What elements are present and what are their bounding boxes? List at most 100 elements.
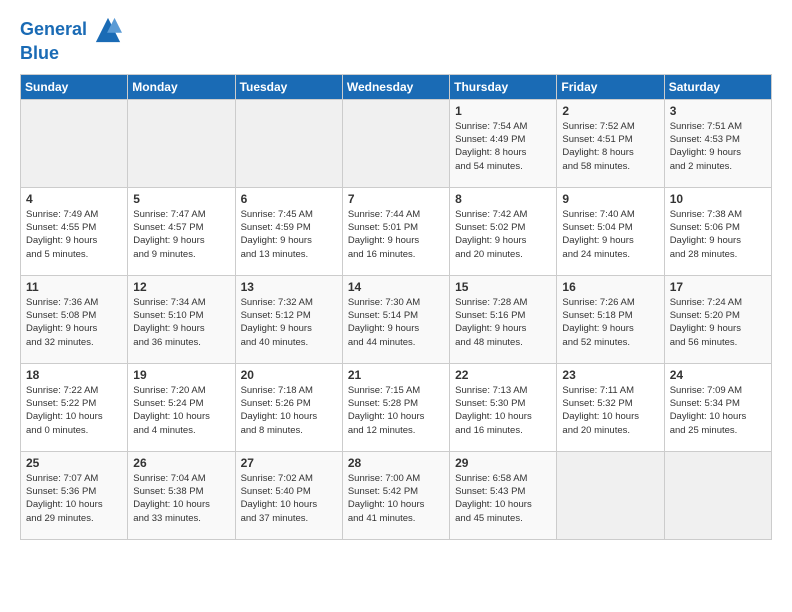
calendar-cell: 17 Sunrise: 7:24 AM Sunset: 5:20 PM Dayli… [664, 275, 771, 363]
calendar-cell: 14 Sunrise: 7:30 AM Sunset: 5:14 PM Dayli… [342, 275, 449, 363]
day-number: 10 [670, 192, 766, 206]
calendar-cell [128, 99, 235, 187]
calendar-cell: 27 Sunrise: 7:02 AM Sunset: 5:40 PM Dayli… [235, 451, 342, 539]
day-info: Sunrise: 7:20 AM Sunset: 5:24 PM Dayligh… [133, 384, 229, 437]
weekday-header-row: SundayMondayTuesdayWednesdayThursdayFrid… [21, 74, 772, 99]
day-number: 1 [455, 104, 551, 118]
calendar-table: SundayMondayTuesdayWednesdayThursdayFrid… [20, 74, 772, 540]
day-info: Sunrise: 7:26 AM Sunset: 5:18 PM Dayligh… [562, 296, 658, 349]
calendar-cell: 16 Sunrise: 7:26 AM Sunset: 5:18 PM Dayli… [557, 275, 664, 363]
calendar-cell: 6 Sunrise: 7:45 AM Sunset: 4:59 PM Daylig… [235, 187, 342, 275]
day-info: Sunrise: 7:13 AM Sunset: 5:30 PM Dayligh… [455, 384, 551, 437]
day-info: Sunrise: 7:04 AM Sunset: 5:38 PM Dayligh… [133, 472, 229, 525]
calendar-cell: 24 Sunrise: 7:09 AM Sunset: 5:34 PM Dayli… [664, 363, 771, 451]
calendar-week-row: 18 Sunrise: 7:22 AM Sunset: 5:22 PM Dayli… [21, 363, 772, 451]
day-number: 14 [348, 280, 444, 294]
calendar-cell: 9 Sunrise: 7:40 AM Sunset: 5:04 PM Daylig… [557, 187, 664, 275]
weekday-header: Saturday [664, 74, 771, 99]
logo: General Blue [20, 16, 122, 64]
day-info: Sunrise: 7:51 AM Sunset: 4:53 PM Dayligh… [670, 120, 766, 173]
day-info: Sunrise: 7:30 AM Sunset: 5:14 PM Dayligh… [348, 296, 444, 349]
day-number: 26 [133, 456, 229, 470]
weekday-header: Friday [557, 74, 664, 99]
day-info: Sunrise: 7:18 AM Sunset: 5:26 PM Dayligh… [241, 384, 337, 437]
day-number: 28 [348, 456, 444, 470]
calendar-cell: 1 Sunrise: 7:54 AM Sunset: 4:49 PM Daylig… [450, 99, 557, 187]
calendar-cell: 20Sunrise: 7:18 AM Sunset: 5:26 PM Dayli… [235, 363, 342, 451]
calendar-week-row: 25Sunrise: 7:07 AM Sunset: 5:36 PM Dayli… [21, 451, 772, 539]
calendar-cell [235, 99, 342, 187]
day-number: 23 [562, 368, 658, 382]
calendar-cell: 3 Sunrise: 7:51 AM Sunset: 4:53 PM Daylig… [664, 99, 771, 187]
day-number: 16 [562, 280, 658, 294]
calendar-cell: 12 Sunrise: 7:34 AM Sunset: 5:10 PM Dayli… [128, 275, 235, 363]
calendar-cell: 18 Sunrise: 7:22 AM Sunset: 5:22 PM Dayli… [21, 363, 128, 451]
calendar-cell: 22 Sunrise: 7:13 AM Sunset: 5:30 PM Dayli… [450, 363, 557, 451]
calendar-week-row: 1 Sunrise: 7:54 AM Sunset: 4:49 PM Daylig… [21, 99, 772, 187]
day-number: 15 [455, 280, 551, 294]
weekday-header: Thursday [450, 74, 557, 99]
calendar-cell [21, 99, 128, 187]
calendar-cell [557, 451, 664, 539]
day-number: 21 [348, 368, 444, 382]
day-info: Sunrise: 7:38 AM Sunset: 5:06 PM Dayligh… [670, 208, 766, 261]
day-info: Sunrise: 7:22 AM Sunset: 5:22 PM Dayligh… [26, 384, 122, 437]
day-info: Sunrise: 6:58 AM Sunset: 5:43 PM Dayligh… [455, 472, 551, 525]
day-number: 25 [26, 456, 122, 470]
day-number: 6 [241, 192, 337, 206]
day-info: Sunrise: 7:24 AM Sunset: 5:20 PM Dayligh… [670, 296, 766, 349]
day-info: Sunrise: 7:44 AM Sunset: 5:01 PM Dayligh… [348, 208, 444, 261]
day-info: Sunrise: 7:00 AM Sunset: 5:42 PM Dayligh… [348, 472, 444, 525]
day-info: Sunrise: 7:49 AM Sunset: 4:55 PM Dayligh… [26, 208, 122, 261]
calendar-cell: 7 Sunrise: 7:44 AM Sunset: 5:01 PM Daylig… [342, 187, 449, 275]
day-number: 2 [562, 104, 658, 118]
calendar-cell: 25Sunrise: 7:07 AM Sunset: 5:36 PM Dayli… [21, 451, 128, 539]
day-number: 27 [241, 456, 337, 470]
day-info: Sunrise: 7:34 AM Sunset: 5:10 PM Dayligh… [133, 296, 229, 349]
day-number: 24 [670, 368, 766, 382]
day-number: 13 [241, 280, 337, 294]
calendar-cell: 10 Sunrise: 7:38 AM Sunset: 5:06 PM Dayli… [664, 187, 771, 275]
calendar-week-row: 11Sunrise: 7:36 AM Sunset: 5:08 PM Dayli… [21, 275, 772, 363]
day-number: 17 [670, 280, 766, 294]
calendar-cell [342, 99, 449, 187]
day-info: Sunrise: 7:52 AM Sunset: 4:51 PM Dayligh… [562, 120, 658, 173]
weekday-header: Tuesday [235, 74, 342, 99]
calendar-cell: 4 Sunrise: 7:49 AM Sunset: 4:55 PM Daylig… [21, 187, 128, 275]
day-info: Sunrise: 7:54 AM Sunset: 4:49 PM Dayligh… [455, 120, 551, 173]
day-number: 4 [26, 192, 122, 206]
day-info: Sunrise: 7:15 AM Sunset: 5:28 PM Dayligh… [348, 384, 444, 437]
calendar-cell: 23 Sunrise: 7:11 AM Sunset: 5:32 PM Dayli… [557, 363, 664, 451]
calendar-cell: 26 Sunrise: 7:04 AM Sunset: 5:38 PM Dayli… [128, 451, 235, 539]
day-number: 18 [26, 368, 122, 382]
calendar-cell: 2 Sunrise: 7:52 AM Sunset: 4:51 PM Daylig… [557, 99, 664, 187]
logo-subtext: Blue [20, 44, 122, 64]
day-number: 12 [133, 280, 229, 294]
day-number: 5 [133, 192, 229, 206]
calendar-week-row: 4 Sunrise: 7:49 AM Sunset: 4:55 PM Daylig… [21, 187, 772, 275]
day-number: 11 [26, 280, 122, 294]
day-info: Sunrise: 7:28 AM Sunset: 5:16 PM Dayligh… [455, 296, 551, 349]
calendar-cell: 13 Sunrise: 7:32 AM Sunset: 5:12 PM Dayli… [235, 275, 342, 363]
day-info: Sunrise: 7:42 AM Sunset: 5:02 PM Dayligh… [455, 208, 551, 261]
calendar-cell: 29Sunrise: 6:58 AM Sunset: 5:43 PM Dayli… [450, 451, 557, 539]
day-info: Sunrise: 7:11 AM Sunset: 5:32 PM Dayligh… [562, 384, 658, 437]
day-info: Sunrise: 7:32 AM Sunset: 5:12 PM Dayligh… [241, 296, 337, 349]
day-info: Sunrise: 7:02 AM Sunset: 5:40 PM Dayligh… [241, 472, 337, 525]
calendar-cell: 19 Sunrise: 7:20 AM Sunset: 5:24 PM Dayli… [128, 363, 235, 451]
calendar-cell: 28 Sunrise: 7:00 AM Sunset: 5:42 PM Dayli… [342, 451, 449, 539]
calendar-cell: 5 Sunrise: 7:47 AM Sunset: 4:57 PM Daylig… [128, 187, 235, 275]
day-number: 19 [133, 368, 229, 382]
day-info: Sunrise: 7:40 AM Sunset: 5:04 PM Dayligh… [562, 208, 658, 261]
day-number: 3 [670, 104, 766, 118]
day-number: 7 [348, 192, 444, 206]
day-info: Sunrise: 7:47 AM Sunset: 4:57 PM Dayligh… [133, 208, 229, 261]
day-info: Sunrise: 7:45 AM Sunset: 4:59 PM Dayligh… [241, 208, 337, 261]
day-info: Sunrise: 7:09 AM Sunset: 5:34 PM Dayligh… [670, 384, 766, 437]
day-number: 22 [455, 368, 551, 382]
weekday-header: Monday [128, 74, 235, 99]
calendar-cell: 8Sunrise: 7:42 AM Sunset: 5:02 PM Daylig… [450, 187, 557, 275]
calendar-cell: 11Sunrise: 7:36 AM Sunset: 5:08 PM Dayli… [21, 275, 128, 363]
day-number: 9 [562, 192, 658, 206]
calendar-cell [664, 451, 771, 539]
